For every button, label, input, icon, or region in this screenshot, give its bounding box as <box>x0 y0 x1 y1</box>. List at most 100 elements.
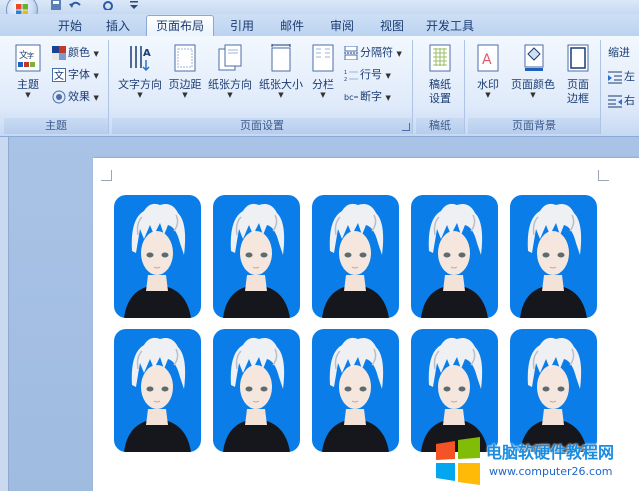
svg-text:1: 1 <box>344 70 347 76</box>
chevron-down-icon: ▼ <box>227 91 233 99</box>
indent-right-label: 右 <box>624 94 635 107</box>
text-direction-button[interactable]: A 文字方向 ▼ <box>116 44 164 99</box>
effects-icon <box>52 90 66 104</box>
page-borders-icon <box>567 44 589 72</box>
svg-text:2: 2 <box>344 77 347 82</box>
themes-label: 主题 <box>17 78 39 91</box>
columns-button[interactable]: 分栏 ▼ <box>308 44 338 99</box>
page-color-button[interactable]: 页面颜色 ▼ <box>508 44 558 99</box>
watermark-icon: A <box>477 44 499 72</box>
tab-home[interactable]: 开始 <box>50 16 90 36</box>
group-label-manuscript: 稿纸 <box>416 118 464 134</box>
watermark-button[interactable]: A 水印 ▼ <box>470 44 506 99</box>
svg-text:文: 文 <box>54 69 64 82</box>
id-photo[interactable] <box>213 195 300 318</box>
portrait-illustration-icon <box>520 337 587 452</box>
orientation-icon <box>218 44 242 71</box>
save-icon[interactable] <box>50 0 62 10</box>
theme-effects-button[interactable]: 效果 ▼ <box>52 88 99 106</box>
line-numbers-label: 行号 <box>360 68 382 81</box>
svg-text:A: A <box>143 48 151 59</box>
tab-review[interactable]: 审阅 <box>322 16 362 36</box>
manuscript-settings-label-line2: 设置 <box>429 92 451 105</box>
svg-text:bc: bc <box>344 93 353 102</box>
portrait-illustration-icon <box>223 203 290 318</box>
portrait-illustration-icon <box>322 203 389 318</box>
id-photo[interactable] <box>510 195 597 318</box>
orientation-button[interactable]: 纸张方向 ▼ <box>206 44 254 99</box>
size-label: 纸张大小 <box>259 78 303 91</box>
manuscript-settings-button[interactable]: 稿纸 设置 <box>420 44 460 105</box>
id-photo[interactable] <box>312 195 399 318</box>
indent-right-field[interactable]: 右 <box>608 92 635 110</box>
chevron-down-icon: ▼ <box>93 72 99 80</box>
page-borders-button[interactable]: 页面 边框 <box>560 44 596 105</box>
undo-icon[interactable] <box>68 0 82 10</box>
id-photo[interactable] <box>114 329 201 452</box>
page-borders-label-line1: 页面 <box>567 78 589 91</box>
portrait-illustration-icon <box>520 203 587 318</box>
id-photo[interactable] <box>114 195 201 318</box>
group-label-page-setup: 页面设置 <box>112 118 412 134</box>
hyphenation-button[interactable]: bc 断字 ▼ <box>344 88 391 106</box>
group-paragraph: 缩进 左 右 <box>604 40 639 134</box>
paint-bucket-icon <box>524 44 544 71</box>
size-button[interactable]: 纸张大小 ▼ <box>256 44 306 99</box>
text-direction-icon: A <box>130 46 151 72</box>
indent-left-field[interactable]: 左 <box>608 68 635 86</box>
portrait-illustration-icon <box>124 203 191 318</box>
theme-colors-button[interactable]: 颜色 ▼ <box>52 44 99 62</box>
theme-effects-label: 效果 <box>68 90 90 103</box>
chevron-down-icon: ▼ <box>278 91 284 99</box>
breaks-label: 分隔符 <box>360 46 393 59</box>
palette-icon <box>52 46 66 60</box>
chevron-down-icon: ▼ <box>182 91 188 99</box>
tab-view[interactable]: 视图 <box>372 16 412 36</box>
columns-label: 分栏 <box>312 78 334 91</box>
group-label-page-background: 页面背景 <box>468 118 600 134</box>
text-direction-label: 文字方向 <box>118 78 162 91</box>
id-photo[interactable] <box>510 329 597 452</box>
tab-mailings[interactable]: 邮件 <box>272 16 312 36</box>
manuscript-settings-label-line1: 稿纸 <box>429 78 451 91</box>
chevron-down-icon: ▼ <box>25 91 31 99</box>
margin-corner-mark <box>598 170 609 181</box>
svg-text:A: A <box>482 52 492 68</box>
redo-icon[interactable] <box>102 0 114 10</box>
id-photo[interactable] <box>411 329 498 452</box>
indent-heading: 缩进 <box>608 46 630 59</box>
watermark-label: 水印 <box>477 78 499 91</box>
breaks-button[interactable]: 分隔符 ▼ <box>344 44 402 62</box>
tab-references[interactable]: 引用 <box>222 16 262 36</box>
margins-button[interactable]: 页边距 ▼ <box>166 44 204 99</box>
line-numbers-button[interactable]: 1 2 行号 ▼ <box>344 66 391 84</box>
tab-developer[interactable]: 开发工具 <box>420 16 480 36</box>
font-icon: 文 <box>52 68 66 82</box>
page-borders-label-line2: 边框 <box>567 92 589 105</box>
margins-label: 页边距 <box>168 78 202 91</box>
dialog-launcher-icon[interactable] <box>402 123 410 131</box>
themes-button[interactable]: 文 字 主题 ▼ <box>8 44 48 99</box>
portrait-illustration-icon <box>421 337 488 452</box>
id-photo[interactable] <box>312 329 399 452</box>
margin-corner-mark <box>101 170 112 181</box>
chevron-down-icon: ▼ <box>485 91 491 99</box>
id-photo[interactable] <box>213 329 300 452</box>
quick-access-dropdown-icon[interactable] <box>128 0 140 10</box>
chevron-down-icon: ▼ <box>320 91 326 99</box>
hyphenation-icon: bc <box>344 93 358 102</box>
id-photo[interactable] <box>411 195 498 318</box>
ribbon-tab-row: 开始 插入 页面布局 引用 邮件 审阅 视图 开发工具 <box>0 14 639 37</box>
line-numbers-icon: 12 <box>344 70 358 82</box>
watermark-site-name: 电脑软硬件教程网 <box>486 443 615 462</box>
tab-page-layout[interactable]: 页面布局 <box>146 15 214 37</box>
group-page-setup: A 文字方向 ▼ 页边距 ▼ 纸张方向 ▼ 纸张大小 ▼ 分栏 ▼ 分隔符 ▼ … <box>112 40 413 134</box>
indent-left-icon <box>608 71 622 84</box>
tab-insert[interactable]: 插入 <box>98 16 138 36</box>
orientation-label: 纸张方向 <box>208 78 252 91</box>
theme-fonts-button[interactable]: 文字体 ▼ <box>52 66 99 84</box>
chevron-down-icon: ▼ <box>385 94 391 102</box>
site-watermark: 电脑软硬件教程网 www.computer26.com <box>433 436 639 491</box>
vertical-ruler[interactable] <box>0 137 9 491</box>
chevron-down-icon: ▼ <box>385 72 391 80</box>
